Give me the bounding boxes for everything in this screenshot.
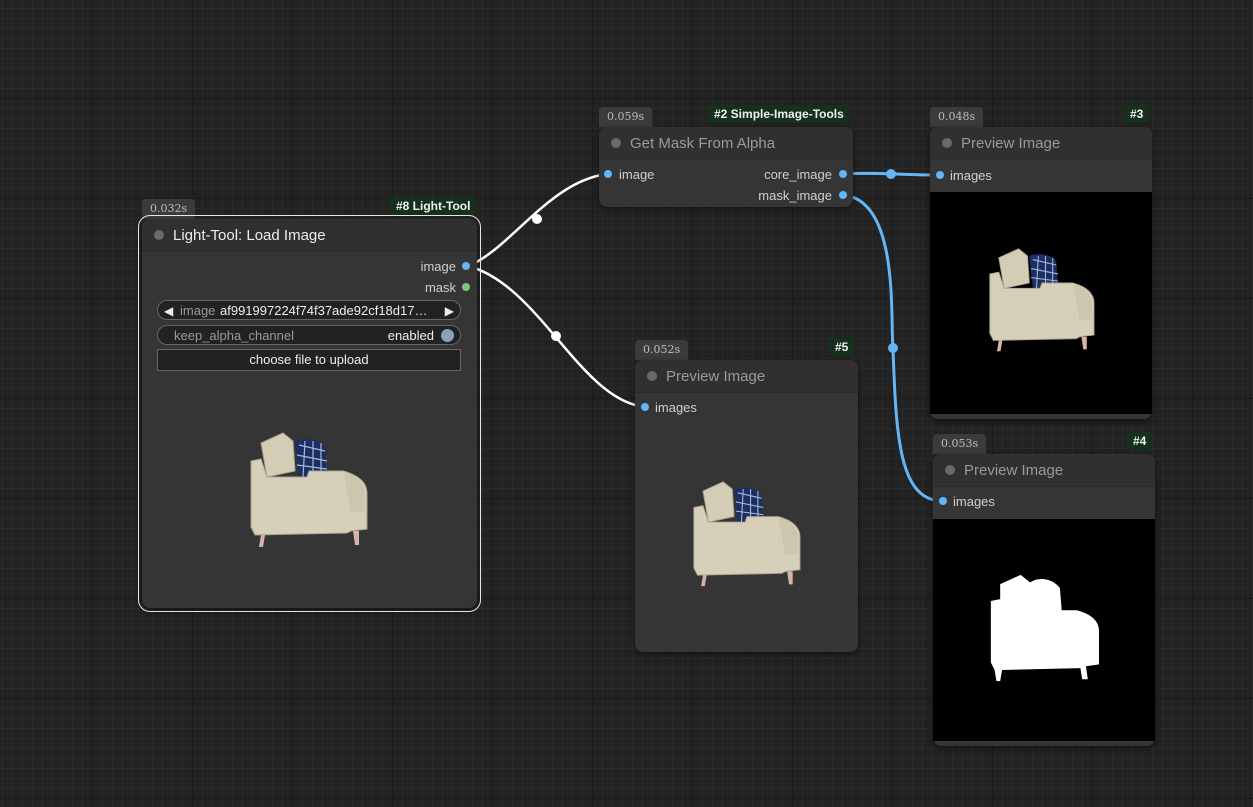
load-node-title-bar[interactable]: Light-Tool: Load Image [142,219,477,252]
load-node-title: Light-Tool: Load Image [173,227,326,244]
preview4-timing: 0.053s [933,434,987,454]
preview4-image-area [933,519,1155,741]
preview-image-node-3[interactable]: Preview Image images [930,127,1152,419]
get-mask-from-alpha-node[interactable]: Get Mask From Alpha image core_image mas… [599,127,853,207]
image-combo-widget[interactable]: ◀ image af991997224f74f37ade92cf18d17… ▶ [157,300,461,320]
output-image-label: image [420,259,456,274]
keep-alpha-value: enabled [387,328,434,343]
collapse-dot-icon[interactable] [647,371,657,381]
wire-load-to-preview5[interactable] [467,264,646,409]
mask-node-title: Get Mask From Alpha [630,135,776,152]
mask-node-badge: #2 Simple-Image-Tools [708,105,850,123]
collapse-dot-icon[interactable] [611,138,621,148]
output-mask-image-slot[interactable] [839,191,847,199]
keep-alpha-toggle[interactable]: keep_alpha_channel enabled [157,325,461,345]
output-mask-image-label: mask_image [758,188,832,203]
wire-load-to-mask[interactable] [467,172,609,268]
load-image-node[interactable]: Light-Tool: Load Image image mask ◀ imag… [138,215,481,612]
right-arrow-icon[interactable]: ▶ [445,301,454,321]
input-images-slot[interactable] [939,497,947,505]
image-widget-value: af991997224f74f37ade92cf18d17… [220,303,428,318]
output-core-image-label: core_image [764,167,832,182]
output-mask-slot[interactable] [462,283,470,291]
preview4-badge: #4 [1127,432,1153,450]
preview5-title: Preview Image [666,368,766,385]
wire-midpoint-4[interactable] [888,343,898,353]
preview3-title-bar[interactable]: Preview Image [930,127,1152,160]
preview-image-node-5[interactable]: Preview Image images [635,360,858,652]
preview5-title-bar[interactable]: Preview Image [635,360,858,393]
preview5-badge: #5 [829,338,855,356]
toggle-knob-icon[interactable] [441,329,454,342]
keep-alpha-label: keep_alpha_channel [174,328,294,343]
collapse-dot-icon[interactable] [945,465,955,475]
sofa-preview-image [989,248,1095,352]
image-widget-label: image [180,303,216,318]
preview3-badge: #3 [1124,105,1150,123]
output-image-slot[interactable] [462,262,470,270]
wire-core-to-preview3[interactable] [842,171,940,177]
input-images-label: images [950,168,992,183]
collapse-dot-icon[interactable] [942,138,952,148]
preview3-title: Preview Image [961,135,1061,152]
wire-midpoint-3[interactable] [886,169,896,179]
input-image-label: image [619,167,655,182]
preview5-timing: 0.052s [635,340,689,360]
input-image-slot[interactable] [604,170,612,178]
load-node-badge: #8 Light-Tool [390,197,477,215]
preview3-image-area [930,192,1152,414]
wire-midpoint-2[interactable] [551,331,561,341]
mask-silhouette-image [990,574,1099,682]
preview-image-node-4[interactable]: Preview Image images [933,454,1155,746]
collapse-dot-icon[interactable] [154,230,164,240]
input-images-label: images [655,400,697,415]
sofa-preview-image [693,481,801,587]
preview4-title: Preview Image [964,462,1064,479]
mask-node-timing: 0.059s [599,107,653,127]
input-images-label: images [953,494,995,509]
preview4-title-bar[interactable]: Preview Image [933,454,1155,487]
output-mask-label: mask [424,280,456,295]
mask-node-title-bar[interactable]: Get Mask From Alpha [599,127,853,160]
input-images-slot[interactable] [936,171,944,179]
input-images-slot[interactable] [641,403,649,411]
left-arrow-icon[interactable]: ◀ [164,301,173,321]
wire-midpoint-1[interactable] [532,214,542,224]
sofa-image-thumbnail [250,432,368,547]
load-node-timing: 0.032s [142,199,196,219]
preview3-timing: 0.048s [930,107,984,127]
choose-file-button[interactable]: choose file to upload [157,349,461,371]
output-core-image-slot[interactable] [839,170,847,178]
